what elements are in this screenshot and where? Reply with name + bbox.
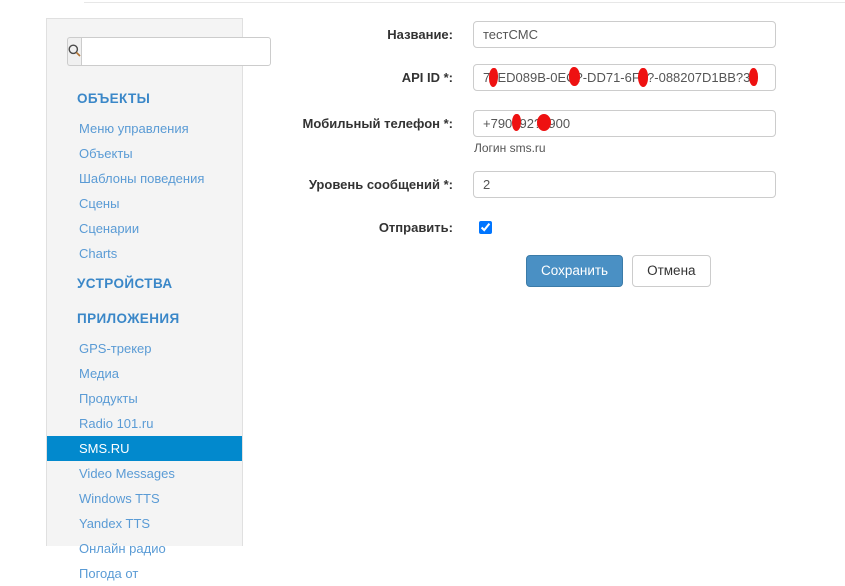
field-row-phone: Мобильный телефон *: Логин sms.ru xyxy=(0,110,845,155)
field-row-level: Уровень сообщений *: xyxy=(0,171,845,198)
sidebar-section-devices[interactable]: УСТРОЙСТВА xyxy=(47,266,242,301)
sidebar-item-charts[interactable]: Charts xyxy=(47,241,242,266)
send-control xyxy=(473,214,492,237)
form-actions: Сохранить Отмена xyxy=(526,255,711,287)
level-input[interactable] xyxy=(473,171,776,198)
phone-help-text: Логин sms.ru xyxy=(474,141,546,155)
field-row-send: Отправить: xyxy=(0,214,845,241)
sidebar-item-online-radio[interactable]: Онлайн радио xyxy=(47,536,242,561)
phone-input[interactable] xyxy=(473,110,776,137)
send-label: Отправить: xyxy=(378,220,453,235)
name-control xyxy=(473,21,776,48)
field-row-name: Название: xyxy=(0,21,845,48)
field-row-api-id: API ID *: xyxy=(0,64,845,91)
level-control xyxy=(473,171,776,198)
sidebar-item-products[interactable]: Продукты xyxy=(47,386,242,411)
api-id-input[interactable] xyxy=(473,64,776,91)
save-button[interactable]: Сохранить xyxy=(526,255,624,287)
sidebar-item-windows-tts[interactable]: Windows TTS xyxy=(47,486,242,511)
sidebar-item-video-messages[interactable]: Video Messages xyxy=(47,461,242,486)
cancel-button[interactable]: Отмена xyxy=(632,255,711,287)
api-id-control xyxy=(473,64,776,91)
sidebar-item-yandex-tts[interactable]: Yandex TTS xyxy=(47,511,242,536)
top-divider xyxy=(84,2,845,3)
sidebar-item-media[interactable]: Медиа xyxy=(47,361,242,386)
send-checkbox[interactable] xyxy=(479,221,492,234)
level-label: Уровень сообщений *: xyxy=(308,177,453,192)
sidebar-item-weather[interactable]: Погода от xyxy=(47,561,242,586)
sidebar-item-sms-ru[interactable]: SMS.RU xyxy=(47,436,242,461)
name-label: Название: xyxy=(387,27,453,42)
api-id-label: API ID *: xyxy=(401,70,453,85)
sidebar: ОБЪЕКТЫ Меню управления Объекты Шаблоны … xyxy=(46,18,271,581)
sidebar-section-applications[interactable]: ПРИЛОЖЕНИЯ xyxy=(47,301,242,336)
phone-label: Мобильный телефон *: xyxy=(302,116,453,131)
name-input[interactable] xyxy=(473,21,776,48)
sidebar-item-gps-tracker[interactable]: GPS-трекер xyxy=(47,336,242,361)
phone-control: Логин sms.ru xyxy=(473,110,776,155)
sidebar-nav: ОБЪЕКТЫ Меню управления Объекты Шаблоны … xyxy=(47,81,242,586)
sidebar-item-radio-101[interactable]: Radio 101.ru xyxy=(47,411,242,436)
